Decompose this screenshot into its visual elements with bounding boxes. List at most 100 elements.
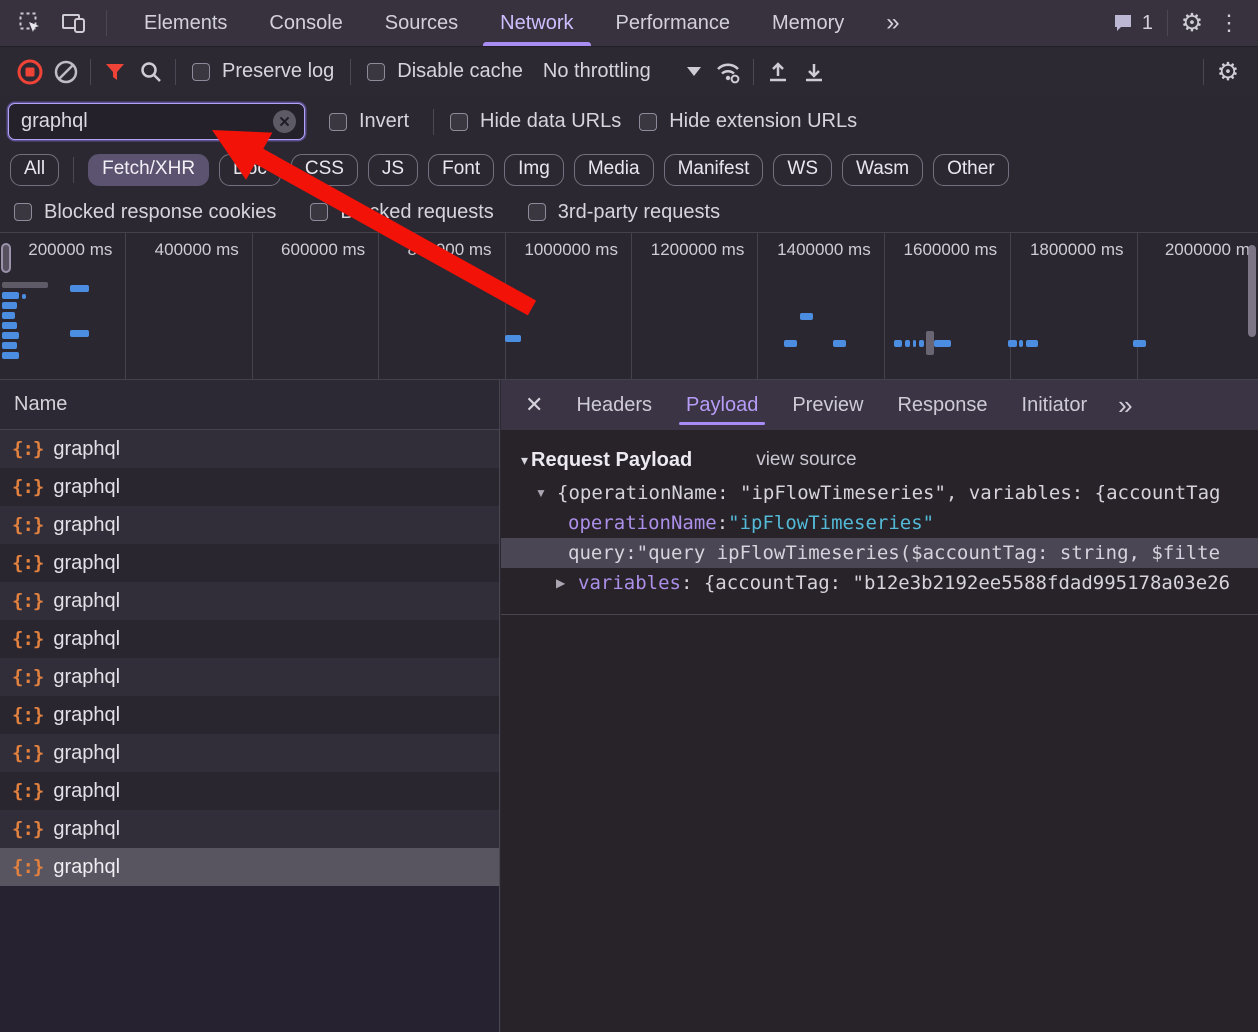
close-details-icon[interactable]: ✕	[507, 392, 559, 418]
invert-checkbox[interactable]	[329, 113, 347, 131]
timeline-request-bar	[1133, 340, 1146, 347]
table-row[interactable]: {:}graphql	[0, 772, 499, 810]
timeline-request-bar	[833, 340, 846, 347]
filter-icon[interactable]	[97, 54, 133, 90]
network-conditions-icon[interactable]	[711, 54, 747, 90]
expanded-arrow-icon[interactable]: ▼	[535, 486, 557, 500]
record-network-log-icon[interactable]	[12, 54, 48, 90]
throttling-select[interactable]: No throttling	[533, 60, 711, 83]
timeline-request-bar	[934, 340, 951, 347]
filter-chip-all[interactable]: All	[10, 154, 59, 186]
payload-tree-row[interactable]: query: "query ipFlowTimeseries($accountT…	[501, 538, 1258, 568]
table-row[interactable]: {:}graphql	[0, 506, 499, 544]
tab-response[interactable]: Response	[880, 380, 1004, 430]
json-icon: {:}	[12, 590, 43, 612]
filter-chip-other[interactable]: Other	[933, 154, 1009, 186]
payload-tree-row[interactable]: ▶variables: {accountTag: "b12e3b2192ee55…	[501, 568, 1258, 598]
table-row[interactable]: {:}graphql	[0, 544, 499, 582]
filter-chip-wasm[interactable]: Wasm	[842, 154, 923, 186]
more-detail-tabs-icon[interactable]: »	[1104, 390, 1143, 421]
request-name: graphql	[53, 438, 120, 461]
tab-performance[interactable]: Performance	[595, 0, 752, 46]
filter-chip-ws[interactable]: WS	[773, 154, 832, 186]
timeline-scrollbar[interactable]	[1248, 245, 1256, 337]
payload-tree-row[interactable]: ▼{operationName: "ipFlowTimeseries", var…	[501, 478, 1258, 508]
hide-data-urls-checkbox[interactable]	[450, 113, 468, 131]
filter-chip-css[interactable]: CSS	[291, 154, 358, 186]
invert-label: Invert	[359, 110, 409, 133]
filter-chip-img[interactable]: Img	[504, 154, 564, 186]
timeline-request-bar	[2, 332, 19, 339]
filter-input-box: ✕	[8, 103, 305, 140]
menu-icon[interactable]: ⋮	[1210, 10, 1248, 36]
filter-chip-media[interactable]: Media	[574, 154, 654, 186]
hide-extension-urls-label: Hide extension URLs	[669, 110, 857, 133]
preserve-log-checkbox[interactable]	[192, 63, 210, 81]
timeline-request-bar	[2, 312, 15, 319]
timeline-request-bar	[2, 302, 17, 309]
clear-network-log-icon[interactable]	[48, 54, 84, 90]
filter-chip-manifest[interactable]: Manifest	[664, 154, 764, 186]
filter-chip-fetch-xhr[interactable]: Fetch/XHR	[88, 154, 209, 186]
network-filter-bar: ✕ Invert Hide data URLs Hide extension U…	[0, 95, 1258, 148]
flag-3rd-party-requests: 3rd-party requests	[528, 201, 720, 224]
tab-preview[interactable]: Preview	[775, 380, 880, 430]
tab-initiator[interactable]: Initiator	[1005, 380, 1105, 430]
table-row[interactable]: {:}graphql	[0, 468, 499, 506]
request-name: graphql	[53, 666, 120, 689]
tab-headers[interactable]: Headers	[559, 380, 669, 430]
tab-elements[interactable]: Elements	[123, 0, 248, 46]
divider	[73, 157, 74, 183]
timeline-request-bar	[2, 292, 19, 299]
json-icon: {:}	[12, 742, 43, 764]
table-row[interactable]: {:}graphql	[0, 620, 499, 658]
inspect-element-icon[interactable]	[12, 5, 48, 41]
import-har-icon[interactable]	[760, 54, 796, 90]
filter-chip-js[interactable]: JS	[368, 154, 418, 186]
clear-filter-icon[interactable]: ✕	[273, 110, 296, 133]
settings-icon[interactable]: ⚙	[1174, 5, 1210, 41]
table-row[interactable]: {:}graphql	[0, 430, 499, 468]
hide-extension-urls-checkbox[interactable]	[639, 113, 657, 131]
payload-tree-row[interactable]: operationName: "ipFlowTimeseries"	[501, 508, 1258, 538]
filter-input[interactable]	[9, 110, 249, 133]
tab-payload[interactable]: Payload	[669, 380, 775, 430]
collapsed-arrow-icon[interactable]: ▶	[556, 576, 578, 590]
export-har-icon[interactable]	[796, 54, 832, 90]
network-overview-timeline[interactable]: 200000 ms400000 ms600000 ms800000 ms1000…	[0, 232, 1258, 380]
blocked-response-cookies-checkbox[interactable]	[14, 203, 32, 221]
tab-memory[interactable]: Memory	[751, 0, 865, 46]
flag-label: Blocked requests	[340, 201, 493, 224]
timeline-tick: 2000000 m	[1138, 233, 1258, 379]
table-row[interactable]: {:}graphql	[0, 582, 499, 620]
timeline-request-bar	[1008, 340, 1017, 347]
network-settings-icon[interactable]: ⚙	[1210, 54, 1246, 90]
search-icon[interactable]	[133, 54, 169, 90]
table-row[interactable]: {:}graphql	[0, 848, 499, 886]
resource-type-filter-bar: All Fetch/XHR Doc CSS JS Font Img Media Manifest…	[0, 148, 1258, 192]
flag-blocked-requests: Blocked requests	[310, 201, 493, 224]
table-row[interactable]: {:}graphql	[0, 734, 499, 772]
collapse-triangle-icon[interactable]: ▾	[521, 452, 528, 469]
view-source-link[interactable]: view source	[756, 449, 856, 471]
tab-console[interactable]: Console	[248, 0, 363, 46]
3rd-party-requests-checkbox[interactable]	[528, 203, 546, 221]
tab-network[interactable]: Network	[479, 0, 594, 46]
more-panels-icon[interactable]: »	[865, 0, 918, 46]
tab-sources[interactable]: Sources	[364, 0, 479, 46]
json-icon: {:}	[12, 552, 43, 574]
timeline-drag-handle[interactable]	[1, 243, 11, 273]
timeline-request-bar	[2, 352, 19, 359]
disable-cache-checkbox[interactable]	[367, 63, 385, 81]
name-column-header[interactable]: Name	[0, 380, 499, 430]
blocked-requests-checkbox[interactable]	[310, 203, 328, 221]
payload-segment: query:	[568, 542, 637, 564]
filter-chip-doc[interactable]: Doc	[219, 154, 281, 186]
table-row[interactable]: {:}graphql	[0, 810, 499, 848]
table-row[interactable]: {:}graphql	[0, 696, 499, 734]
table-row[interactable]: {:}graphql	[0, 658, 499, 696]
issues-button[interactable]: 1	[1104, 12, 1161, 35]
filter-chip-font[interactable]: Font	[428, 154, 494, 186]
device-toolbar-icon[interactable]	[56, 5, 92, 41]
request-payload-title: Request Payload	[531, 449, 692, 472]
